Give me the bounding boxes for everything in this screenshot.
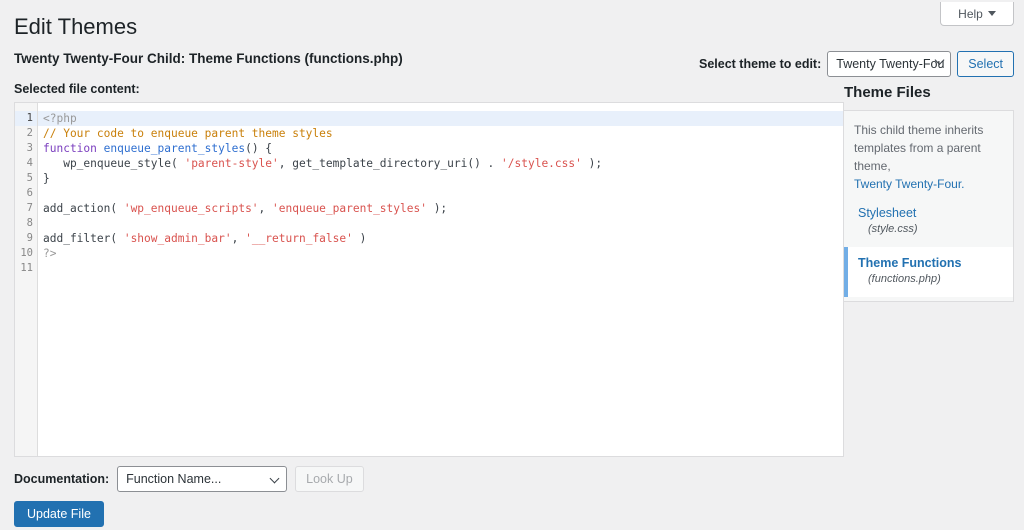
line-number: 10 bbox=[20, 247, 33, 259]
theme-files-note-line1: This child theme inherits bbox=[854, 123, 984, 137]
code-token: wp_enqueue_style( bbox=[43, 157, 185, 170]
code-token: function bbox=[43, 142, 104, 155]
line-number: 9 bbox=[26, 232, 33, 244]
theme-file-item[interactable]: Stylesheet (style.css) bbox=[844, 197, 1013, 247]
code-editor[interactable]: 1 2 3 4 5 6 7 8 9 10 11 <?php // Your code to enque… bbox=[14, 102, 844, 457]
select-theme-button[interactable]: Select bbox=[957, 51, 1014, 77]
theme-files-list: Stylesheet (style.css) Theme Functions (fun… bbox=[844, 197, 1013, 297]
theme-files-note: This child theme inherits templates from… bbox=[844, 111, 1013, 197]
help-tab-label: Help bbox=[958, 6, 983, 21]
theme-files-panel: This child theme inherits templates from… bbox=[843, 110, 1014, 302]
parent-theme-link[interactable]: Twenty Twenty-Four. bbox=[854, 177, 965, 191]
code-token: () { bbox=[245, 142, 273, 155]
theme-files-note-line2: templates from a parent theme, bbox=[854, 141, 981, 173]
code-line: ?> bbox=[38, 246, 843, 261]
theme-file-item[interactable]: Theme Functions (functions.php) bbox=[844, 246, 1013, 297]
code-token: 'parent-style' bbox=[184, 157, 279, 170]
chevron-down-icon bbox=[269, 473, 280, 484]
code-token: ?> bbox=[43, 247, 57, 260]
code-token: <?php bbox=[43, 112, 77, 125]
line-number: 1 bbox=[15, 111, 37, 126]
code-token: ); bbox=[426, 202, 448, 215]
code-token: , bbox=[258, 202, 273, 215]
code-line: wp_enqueue_style( 'parent-style', get_te… bbox=[38, 156, 843, 171]
code-token: // Your code to enqueue parent theme sty… bbox=[43, 127, 333, 140]
code-token: ) bbox=[352, 232, 367, 245]
page-title: Edit Themes bbox=[14, 14, 138, 39]
theme-selector-row: Select theme to edit: Twenty Twenty-Fou … bbox=[699, 51, 1014, 77]
code-content-area[interactable]: <?php // Your code to enqueue parent them… bbox=[38, 103, 843, 456]
selected-file-content-label: Selected file content: bbox=[14, 82, 140, 96]
code-line: <?php bbox=[38, 111, 843, 126]
code-token: ); bbox=[581, 157, 603, 170]
code-token: add_action( bbox=[43, 202, 124, 215]
code-line: function enqueue_parent_styles() { bbox=[38, 141, 843, 156]
code-token: 'enqueue_parent_styles' bbox=[272, 202, 427, 215]
code-token: '/style.css' bbox=[501, 157, 582, 170]
line-number: 4 bbox=[26, 157, 33, 169]
code-token: '__return_false' bbox=[245, 232, 353, 245]
line-number: 6 bbox=[26, 187, 33, 199]
line-number: 11 bbox=[20, 262, 33, 274]
theme-file-name: Theme Functions bbox=[858, 255, 962, 270]
code-token: } bbox=[43, 172, 50, 185]
theme-selector-label: Select theme to edit: bbox=[699, 57, 822, 71]
code-token: 'show_admin_bar' bbox=[123, 232, 232, 245]
theme-files-title: Theme Files bbox=[844, 84, 931, 101]
code-line: // Your code to enqueue parent theme sty… bbox=[38, 126, 843, 141]
update-file-button[interactable]: Update File bbox=[14, 501, 104, 527]
look-up-button[interactable]: Look Up bbox=[295, 466, 364, 492]
documentation-select-value: Function Name... bbox=[126, 472, 222, 486]
help-tab[interactable]: Help bbox=[940, 2, 1014, 26]
documentation-select[interactable]: Function Name... bbox=[117, 466, 288, 492]
documentation-row: Documentation: Function Name... Look Up bbox=[14, 466, 364, 492]
caret-down-icon bbox=[987, 11, 996, 16]
theme-select-dropdown[interactable]: Twenty Twenty-Fou bbox=[827, 51, 952, 77]
line-number: 8 bbox=[26, 217, 33, 229]
code-token: add_filter( bbox=[43, 232, 124, 245]
code-line: add_action( 'wp_enqueue_scripts', 'enque… bbox=[38, 201, 843, 216]
code-token: , bbox=[231, 232, 246, 245]
line-number: 3 bbox=[26, 142, 33, 154]
theme-file-name: Stylesheet bbox=[858, 206, 917, 220]
line-number-gutter: 1 2 3 4 5 6 7 8 9 10 11 bbox=[15, 103, 38, 456]
line-number: 5 bbox=[26, 172, 33, 184]
line-number: 2 bbox=[26, 127, 33, 139]
theme-select-value: Twenty Twenty-Fou bbox=[836, 57, 945, 71]
code-token: enqueue_parent_styles bbox=[103, 142, 246, 155]
code-token: , get_template_directory_uri() . bbox=[278, 157, 502, 170]
file-heading: Twenty Twenty-Four Child: Theme Function… bbox=[14, 51, 403, 66]
theme-file-filename: (style.css) bbox=[868, 223, 918, 236]
code-token: 'wp_enqueue_scripts' bbox=[123, 202, 259, 215]
line-number: 7 bbox=[26, 202, 33, 214]
documentation-label: Documentation: bbox=[14, 472, 110, 486]
code-line: add_filter( 'show_admin_bar', '__return_… bbox=[38, 231, 843, 246]
theme-file-filename: (functions.php) bbox=[868, 273, 941, 285]
code-line: } bbox=[38, 171, 843, 186]
